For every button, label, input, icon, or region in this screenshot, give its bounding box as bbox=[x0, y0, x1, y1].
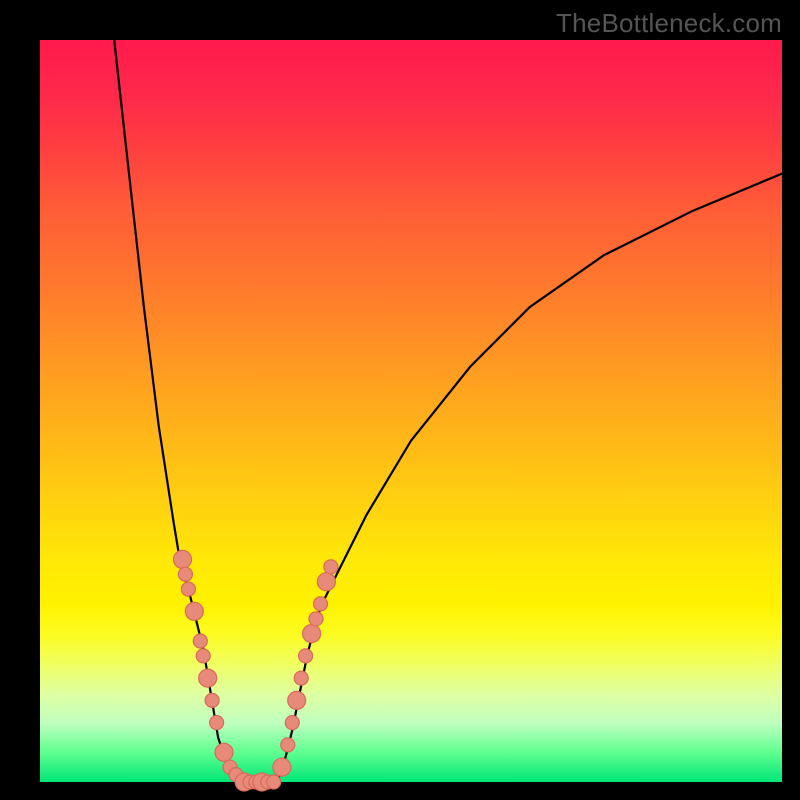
highlight-dot bbox=[294, 671, 308, 685]
highlight-dot bbox=[273, 758, 291, 776]
highlight-dot bbox=[324, 560, 338, 574]
watermark-text: TheBottleneck.com bbox=[556, 8, 782, 39]
highlight-dot bbox=[199, 669, 217, 687]
bottleneck-curve bbox=[114, 40, 782, 782]
highlight-dot bbox=[309, 612, 323, 626]
highlight-dots bbox=[174, 550, 338, 791]
chart-overlay bbox=[40, 40, 782, 782]
highlight-dot bbox=[185, 602, 203, 620]
highlight-dot bbox=[193, 634, 207, 648]
highlight-dot bbox=[181, 582, 195, 596]
highlight-dot bbox=[267, 775, 281, 789]
highlight-dot bbox=[285, 716, 299, 730]
highlight-dot bbox=[303, 625, 321, 643]
highlight-dot bbox=[288, 691, 306, 709]
highlight-dot bbox=[178, 567, 192, 581]
highlight-dot bbox=[314, 597, 328, 611]
highlight-dot bbox=[174, 550, 192, 568]
highlight-dot bbox=[299, 649, 313, 663]
highlight-dot bbox=[205, 693, 219, 707]
highlight-dot bbox=[215, 743, 233, 761]
chart-frame: TheBottleneck.com bbox=[0, 0, 800, 800]
highlight-dot bbox=[210, 716, 224, 730]
highlight-dot bbox=[317, 573, 335, 591]
highlight-dot bbox=[196, 649, 210, 663]
highlight-dot bbox=[281, 738, 295, 752]
